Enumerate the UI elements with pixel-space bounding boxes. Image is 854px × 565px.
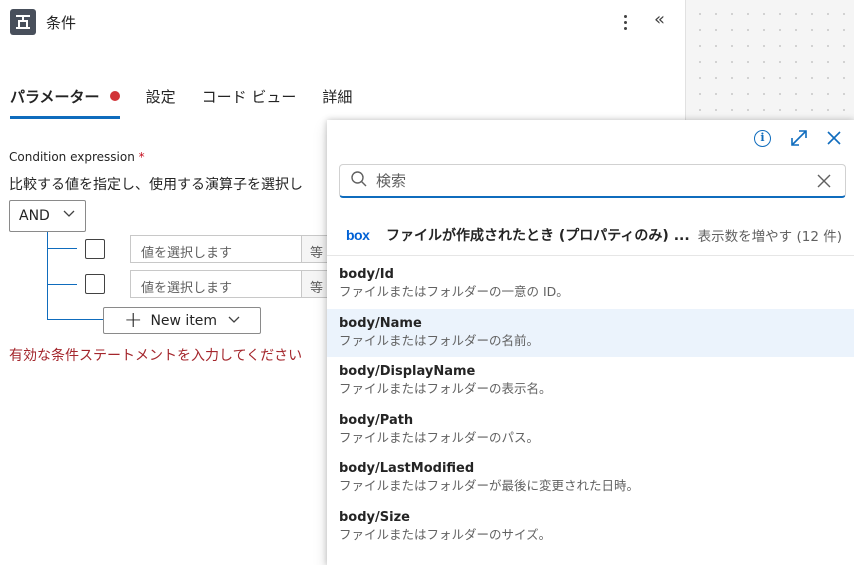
list-item[interactable]: body/Id ファイルまたはフォルダーの一意の ID。 [327, 260, 854, 309]
new-item-label: New item [150, 312, 218, 329]
search-box [339, 164, 846, 198]
chevron-down-icon [227, 312, 241, 330]
required-mark: * [138, 150, 145, 164]
tab-label: 詳細 [322, 88, 353, 106]
condition-icon [10, 9, 36, 35]
info-icon[interactable]: i [754, 130, 771, 147]
tab-code-view[interactable]: コード ビュー [202, 86, 297, 119]
more-icon[interactable] [618, 10, 632, 34]
value-input[interactable]: 値を選択します [130, 270, 302, 298]
source-title: ファイルが作成されたとき (プロパティのみ) ... [386, 227, 690, 244]
item-name: body/Name [339, 315, 422, 331]
group-operator-value: AND [19, 208, 50, 224]
tab-label: コード ビュー [201, 88, 297, 106]
dynamic-content-popup: i 検索 box ファイルが作成されたとき (プロパティのみ) ... 表示数を… [327, 120, 854, 565]
item-name: body/LastModified [339, 461, 475, 476]
tree-line [47, 232, 48, 319]
group-operator-dropdown[interactable]: AND [9, 200, 86, 232]
item-name: body/DisplayName [339, 364, 476, 379]
item-description: ファイルまたはフォルダーのサイズ。 [339, 526, 552, 542]
row-checkbox[interactable] [85, 239, 105, 259]
item-description: ファイルまたはフォルダーの表示名。 [339, 381, 552, 396]
chevron-down-icon [62, 206, 76, 224]
tree-branch [47, 248, 77, 249]
condition-expression-label: Condition expression * [9, 150, 145, 164]
row-checkbox[interactable] [85, 274, 105, 294]
list-item[interactable]: body/DisplayName ファイルまたはフォルダーの表示名。 [327, 357, 854, 406]
search-input[interactable] [376, 171, 796, 190]
item-name: body/Size [339, 509, 410, 525]
label-text: Condition expression [9, 150, 135, 164]
plus-icon: + [124, 307, 143, 333]
item-name: body/Path [339, 412, 414, 428]
list-item[interactable]: body/Size ファイルまたはフォルダーのサイズ。 [327, 503, 854, 552]
new-item-button[interactable]: + New item [103, 307, 261, 334]
item-description: ファイルまたはフォルダーが最後に変更された日時。 [339, 478, 640, 493]
list-item[interactable]: body/Name ファイルまたはフォルダーの名前。 [327, 308, 854, 357]
validation-error-message: 有効な条件ステートメントを入力してください [9, 348, 303, 364]
condition-description: 比較する値を指定し、使用する演算子を選択し [9, 177, 303, 193]
list-item[interactable]: body/Path ファイルまたはフォルダーのパス。 [327, 406, 854, 455]
tab-parameters[interactable]: パラメーター [10, 86, 120, 119]
tab-settings[interactable]: 設定 [146, 86, 176, 119]
error-dot-icon [109, 91, 120, 101]
dynamic-content-list: body/Id ファイルまたはフォルダーの一意の ID。 body/Name フ… [327, 260, 854, 551]
show-more-link[interactable]: 表示数を増やす (12 件) [698, 225, 842, 245]
tab-bar: パラメーター 設定 コード ビュー 詳細 [10, 86, 378, 119]
tree-branch [47, 319, 103, 320]
list-item[interactable]: body/LastModified ファイルまたはフォルダーが最後に変更された日… [327, 454, 854, 503]
item-description: ファイルまたはフォルダーのパス。 [339, 429, 540, 445]
tab-label: 設定 [145, 88, 176, 106]
tab-details[interactable]: 詳細 [322, 86, 352, 119]
clear-icon[interactable] [815, 172, 833, 194]
source-header: box ファイルが作成されたとき (プロパティのみ) ... 表示数を増やす (… [327, 214, 854, 256]
item-name: body/Id [339, 267, 394, 282]
tree-branch [47, 284, 77, 285]
close-icon[interactable] [824, 128, 844, 152]
search-icon [350, 170, 368, 192]
value-input[interactable]: 値を選択します [130, 235, 302, 263]
box-logo: box [346, 226, 370, 243]
item-description: ファイルまたはフォルダーの一意の ID。 [339, 284, 569, 299]
collapse-icon[interactable]: « [654, 9, 665, 30]
popup-header: i [327, 120, 854, 156]
expand-icon[interactable] [789, 128, 809, 152]
tab-label: パラメーター [10, 88, 100, 106]
panel-title: 条件 [46, 14, 77, 32]
item-description: ファイルまたはフォルダーの名前。 [339, 332, 540, 348]
